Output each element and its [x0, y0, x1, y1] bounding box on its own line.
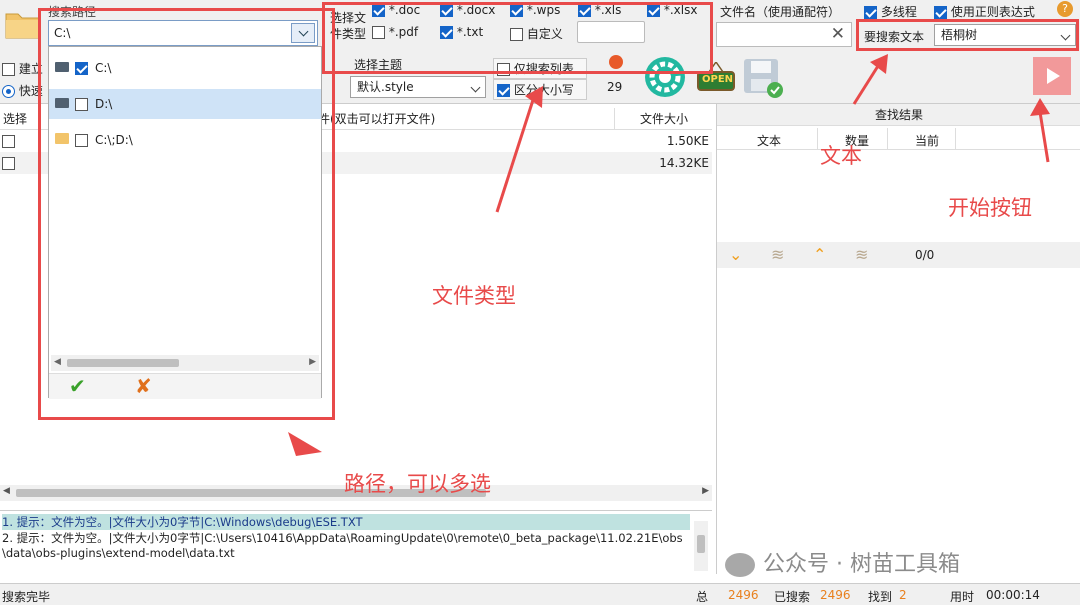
multithread-option[interactable]: 多线程	[864, 3, 917, 20]
chevron-down-icon	[470, 82, 481, 93]
searched-label: 已搜索	[774, 590, 811, 604]
results-header: 文本 数量 当前	[717, 128, 1080, 150]
case-option[interactable]: 区分大小写	[493, 79, 587, 100]
build-option[interactable]: 建立	[2, 60, 43, 77]
theme-select[interactable]: 默认.style	[350, 76, 486, 98]
log-scrollbar[interactable]	[694, 521, 708, 571]
annotation-path: 路径，可以多选	[344, 472, 491, 496]
first-icon[interactable]: ≋	[855, 245, 868, 264]
results-title: 查找结果	[717, 104, 1080, 126]
annotation-box-search-text	[856, 19, 1079, 51]
quick-radio[interactable]	[2, 85, 15, 98]
total-value: 2496	[728, 588, 759, 602]
help-icon[interactable]: ?	[1057, 1, 1073, 17]
row-checkbox[interactable]	[2, 157, 15, 170]
row-size: 14.32KE	[659, 156, 709, 170]
build-checkbox[interactable]	[2, 63, 15, 76]
save-icon[interactable]	[742, 57, 784, 99]
filename-label: 文件名（使用通配符）	[720, 5, 841, 19]
wechat-icon	[725, 553, 755, 577]
last-icon[interactable]: ≋	[771, 245, 784, 264]
annotation-box-filetype	[322, 2, 713, 74]
results-col-text[interactable]: 文本	[757, 132, 781, 149]
time-label: 用时	[950, 590, 975, 604]
status-text: 搜索完毕	[2, 590, 51, 604]
found-value: 2	[899, 588, 907, 602]
watermark: 公众号 · 树苗工具箱	[725, 546, 960, 578]
row-size: 1.50KE	[666, 134, 709, 148]
log-line: 1. 提示：文件为空。|文件大小为0字节|C:\Windows\debug\ES…	[2, 514, 690, 530]
annotation-text: 文本	[820, 144, 862, 168]
count-value: 29	[607, 80, 623, 94]
regex-checkbox[interactable]	[934, 6, 947, 19]
folder-icon[interactable]	[4, 6, 42, 40]
status-bar: 搜索完毕 总 2496 已搜索 2496 找到 2 用时 00:00:14	[0, 583, 1080, 605]
log-line: \data\obs-plugins\extend-model\data.txt	[2, 546, 235, 560]
log-line: 2. 提示：文件为空。|文件大小为0字节|C:\Users\10416\AppD…	[2, 531, 683, 545]
col-select[interactable]: 选择	[3, 108, 27, 130]
filename-input[interactable]: ✕	[716, 22, 852, 47]
nav-count: 0/0	[915, 248, 935, 262]
results-panel: 查找结果 文本 数量 当前 ⌄ ≋ ⌃ ≋ 0/0	[716, 104, 1080, 574]
clear-icon[interactable]: ✕	[831, 24, 845, 44]
results-col-current[interactable]: 当前	[915, 132, 939, 149]
found-label: 找到	[868, 590, 893, 604]
quick-option[interactable]: 快速	[2, 82, 43, 99]
time-value: 00:00:14	[986, 588, 1040, 602]
annotation-box-path	[38, 8, 335, 420]
start-button[interactable]	[1033, 57, 1071, 95]
col-name[interactable]: 件(双击可以打开文件)	[318, 108, 435, 130]
row-checkbox[interactable]	[2, 135, 15, 148]
annotation-filetype: 文件类型	[432, 284, 516, 308]
total-label: 总	[696, 590, 709, 604]
multithread-checkbox[interactable]	[864, 6, 877, 19]
regex-option[interactable]: 使用正则表达式	[934, 3, 1035, 20]
next-icon[interactable]: ⌄	[729, 245, 742, 264]
previous-icon[interactable]: ⌃	[813, 245, 826, 264]
log-panel: 1. 提示：文件为空。|文件大小为0字节|C:\Windows\debug\ES…	[0, 510, 712, 574]
case-checkbox[interactable]	[497, 84, 510, 97]
annotation-start: 开始按钮	[948, 196, 1032, 220]
col-size[interactable]: 文件大小	[640, 108, 688, 130]
results-nav: ⌄ ≋ ⌃ ≋ 0/0	[717, 242, 1080, 268]
searched-value: 2496	[820, 588, 851, 602]
